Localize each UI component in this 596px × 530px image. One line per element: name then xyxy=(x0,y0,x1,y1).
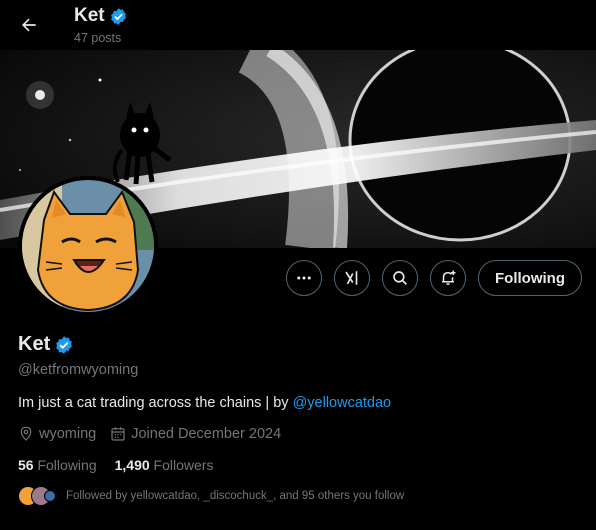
profile-meta: wyoming Joined December 2024 xyxy=(18,426,281,442)
verified-badge-icon[interactable] xyxy=(54,335,74,355)
bio-text: Im just a cat trading across the chains … xyxy=(18,395,293,411)
grok-icon xyxy=(345,271,358,285)
followers-label: Followers xyxy=(153,457,214,473)
more-icon xyxy=(297,276,311,280)
notify-icon xyxy=(442,270,456,285)
bio-mention-link[interactable]: @yellowcatdao xyxy=(293,395,392,411)
follower-avatar xyxy=(44,490,56,502)
arrow-left-icon xyxy=(22,18,36,32)
back-button[interactable] xyxy=(14,10,44,40)
cat-avatar-image xyxy=(22,180,154,312)
joined-text: Joined December 2024 xyxy=(131,426,282,442)
post-count: 47 posts xyxy=(74,31,122,45)
following-button[interactable]: Following xyxy=(478,260,582,296)
profile-name-row: Ket xyxy=(18,333,74,356)
profile-name: Ket xyxy=(18,333,51,355)
following-link[interactable]: 56 Following xyxy=(18,457,97,473)
top-bar: Ket 47 posts xyxy=(0,0,596,50)
profile-avatar[interactable] xyxy=(18,176,158,316)
header-title: Ket xyxy=(74,5,128,27)
followers-count: 1,490 xyxy=(114,457,150,473)
location-item: wyoming xyxy=(18,426,96,442)
verified-badge-icon xyxy=(110,7,126,25)
followers-link[interactable]: 1,490 Followers xyxy=(115,457,214,473)
location-pin-icon xyxy=(20,426,32,441)
grok-button[interactable] xyxy=(334,260,371,296)
following-label: Following xyxy=(37,457,97,473)
follower-avatars xyxy=(18,486,56,506)
followed-by-text: Followed by yellowcatdao, _discochuck_, … xyxy=(66,490,405,502)
more-button[interactable] xyxy=(286,260,323,296)
following-count: 56 xyxy=(18,457,34,473)
notify-button[interactable] xyxy=(430,260,467,296)
follow-counts: 56 Following 1,490 Followers xyxy=(18,457,213,473)
profile-bio: Im just a cat trading across the chains … xyxy=(18,395,391,411)
calendar-icon xyxy=(111,427,125,441)
joined-item: Joined December 2024 xyxy=(110,426,281,442)
profile-actions: Following xyxy=(286,260,582,296)
profile-handle: @ketfromwyoming xyxy=(18,362,139,378)
search-button[interactable] xyxy=(382,260,419,296)
search-icon xyxy=(393,271,407,285)
followed-by-row[interactable]: Followed by yellowcatdao, _discochuck_, … xyxy=(18,486,404,506)
location-text: wyoming xyxy=(39,426,97,442)
header-name: Ket xyxy=(74,5,105,26)
